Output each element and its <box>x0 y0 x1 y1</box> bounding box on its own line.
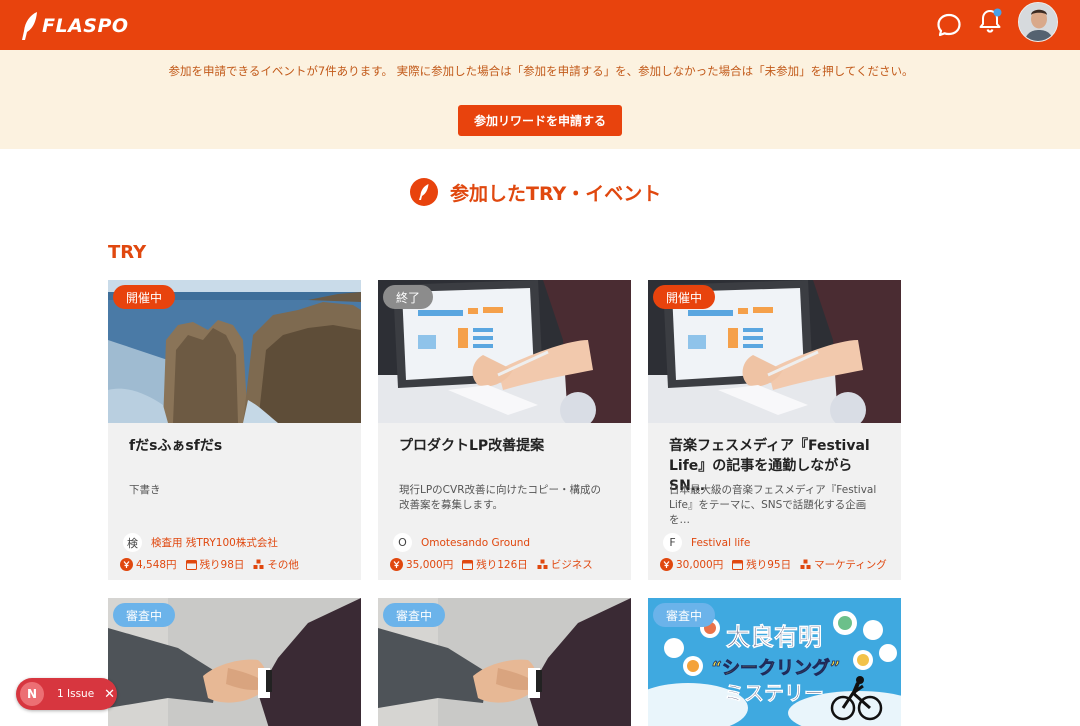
card-description: 下書き <box>129 484 161 496</box>
organizer: F Festival life <box>663 533 750 552</box>
app-header: FLASPO <box>0 0 1080 50</box>
card-thumbnail: 審査中 <box>378 598 631 726</box>
avatar[interactable] <box>1018 2 1058 42</box>
organizer-logo: F <box>663 533 682 552</box>
remaining-days: 残り98日 <box>199 559 245 571</box>
issue-initial: N <box>20 682 44 706</box>
status-badge: 審査中 <box>653 603 716 627</box>
card-meta: 35,000円 残り126日 ビジネス <box>390 557 602 572</box>
status-badge: 終了 <box>383 285 434 309</box>
feather-logo-icon <box>22 12 37 40</box>
reward-icon <box>660 558 673 571</box>
remaining-days: 残り95日 <box>746 559 792 571</box>
card-thumbnail: 審査中 <box>108 598 361 726</box>
try-card[interactable]: 開催中 音楽フェスメディア『Festival Life』の記事を通勤しながらSN… <box>648 280 901 580</box>
calendar-icon <box>732 560 744 570</box>
card-meta: 4,548円 残り98日 その他 <box>120 557 308 572</box>
apply-reward-button[interactable]: 参加リワードを申請する <box>458 105 622 136</box>
category-icon <box>537 559 548 569</box>
try-card[interactable]: 審査中 <box>378 598 631 726</box>
card-thumbnail: 開催中 <box>108 280 361 423</box>
organizer: 検 検査用 残TRY100株式会社 <box>123 533 278 552</box>
reward-icon <box>120 558 133 571</box>
category-label: その他 <box>267 559 299 571</box>
status-badge: 審査中 <box>113 603 176 627</box>
reward-amount: 4,548円 <box>136 559 177 571</box>
organizer-logo: O <box>393 533 412 552</box>
try-card[interactable]: 太良有明 “シークリング” ミステリー 審査中 <box>648 598 901 726</box>
card-thumbnail: 終了 <box>378 280 631 423</box>
category-heading: TRY <box>108 242 147 263</box>
try-card[interactable]: 終了 プロダクトLP改善提案 現行LPのCVR改善に向けたコピー・構成の改善案を… <box>378 280 631 580</box>
page-title: 参加したTRY・イベント <box>410 176 661 208</box>
close-icon[interactable]: ✕ <box>104 687 115 702</box>
try-card[interactable]: 開催中 fだsふぁsfだs 下書き 検 検査用 残TRY100株式会社 4,54… <box>108 280 361 580</box>
status-badge: 開催中 <box>113 285 176 309</box>
organizer-name: Omotesando Ground <box>421 536 531 549</box>
card-thumbnail: 太良有明 “シークリング” ミステリー 審査中 <box>648 598 901 726</box>
card-thumbnail: 開催中 <box>648 280 901 423</box>
card-description: 日本最大級の音楽フェスメディア『Festival Life』をテーマに、SNSで… <box>669 484 877 526</box>
category-icon <box>253 559 264 569</box>
organizer-logo: 検 <box>123 533 142 552</box>
poster-title-line-3: ミステリー <box>724 681 824 705</box>
card-title: プロダクトLP改善提案 <box>399 438 545 454</box>
reward-amount: 35,000円 <box>406 559 454 571</box>
page-title-text: 参加したTRY・イベント <box>450 182 662 205</box>
reward-icon <box>390 558 403 571</box>
logo-text: FLASPO <box>42 15 129 37</box>
reward-amount: 30,000円 <box>676 559 724 571</box>
notice-text: 参加を申請できるイベントが7件あります。 実際に参加した場合は「参加を申請する」… <box>168 64 914 78</box>
issue-widget[interactable]: N 1 Issue ✕ <box>16 678 117 710</box>
calendar-icon <box>185 560 197 570</box>
organizer: O Omotesando Ground <box>393 533 530 552</box>
status-badge: 審査中 <box>383 603 446 627</box>
issue-label: 1 Issue <box>57 688 95 700</box>
card-title: fだsふぁsfだs <box>129 438 223 454</box>
card-description: 現行LPのCVR改善に向けたコピー・構成の改善案を募集します。 <box>399 484 601 511</box>
organizer-name: Festival life <box>691 536 751 549</box>
card-meta: 30,000円 残り95日 マーケティング <box>660 557 896 572</box>
category-icon <box>800 559 811 569</box>
feather-circle-icon <box>410 178 438 206</box>
organizer-name: 検査用 残TRY100株式会社 <box>151 537 278 549</box>
chat-icon[interactable] <box>934 10 964 40</box>
category-label: マーケティング <box>814 559 887 571</box>
poster-title-line-1: 太良有明 <box>726 622 822 651</box>
category-label: ビジネス <box>550 559 593 571</box>
poster-title-line-2: “シークリング” <box>712 657 841 679</box>
calendar-icon <box>462 560 474 570</box>
logo[interactable]: FLASPO <box>20 11 129 41</box>
remaining-days: 残り126日 <box>476 559 528 571</box>
try-card[interactable]: 審査中 <box>108 598 361 726</box>
bell-icon[interactable] <box>975 6 1005 36</box>
notification-dot <box>993 8 1002 17</box>
status-badge: 開催中 <box>653 285 716 309</box>
